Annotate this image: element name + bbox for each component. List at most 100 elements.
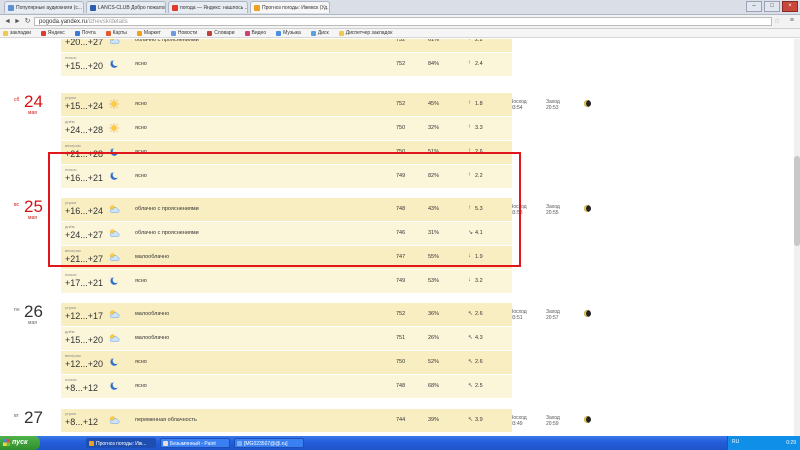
condition-text: ясно bbox=[135, 278, 147, 284]
scrollbar-thumb[interactable] bbox=[794, 156, 800, 246]
bookmarks-bar: закладки Яндекс Почта Карты Маркет Новости Сло… bbox=[0, 29, 800, 38]
bookmark-star-icon[interactable]: ☆ bbox=[774, 17, 780, 25]
time-of-day: вечером bbox=[65, 353, 81, 358]
bookmark-item[interactable]: Диспетчер закладок bbox=[338, 30, 393, 36]
browser-tab[interactable]: LANCS-CLUB Добро пожалова...× bbox=[86, 1, 166, 13]
tab-title: LANCS-CLUB Добро пожалова... bbox=[98, 4, 165, 11]
time-of-day: ночью bbox=[65, 272, 77, 277]
browser-tab[interactable]: погода — Яндекс: нашлось ...× bbox=[168, 1, 248, 13]
condition-text: ясно bbox=[135, 61, 147, 67]
time-of-day: вечером bbox=[65, 143, 81, 148]
forecast-row: утром +12...+17 малооблачно 752 36% ↖ 2.6 bbox=[61, 303, 512, 326]
condition-text: ясно bbox=[135, 101, 147, 107]
bookmark-icon bbox=[310, 30, 316, 36]
sunny-icon bbox=[108, 123, 120, 133]
forecast-row: ночью +8...+12 ясно 748 68% ↖ 2.5 bbox=[61, 375, 512, 398]
humidity-value: 68% bbox=[428, 383, 440, 389]
condition-text: малооблачно bbox=[135, 335, 170, 341]
temperature-range: +20...+27 bbox=[65, 39, 104, 47]
browser-tab[interactable]: Популярные аудиокниги (с...× bbox=[4, 1, 84, 13]
sunset-info: Заход 20:53 bbox=[546, 99, 560, 111]
time-of-day: днём bbox=[65, 119, 75, 124]
back-icon[interactable]: ◄ bbox=[3, 17, 12, 26]
bookmark-label: Почта bbox=[81, 30, 96, 36]
language-indicator[interactable]: RU bbox=[732, 439, 739, 445]
forecast-row: ночью +17...+21 ясно 749 53% ↓ 3.2 bbox=[61, 270, 512, 293]
pressure-value: 752 bbox=[396, 61, 406, 67]
minimize-icon[interactable]: – bbox=[746, 1, 762, 12]
url-path: /izhevsk/details bbox=[87, 19, 128, 25]
temperature-range: +12...+20 bbox=[65, 359, 104, 369]
day-number: 26 bbox=[24, 302, 43, 321]
bookmark-icon bbox=[244, 30, 250, 36]
forecast-row: днём +15...+20 малооблачно 751 26% ↖ 4.3 bbox=[61, 327, 512, 350]
day-weekday: сб bbox=[14, 97, 20, 103]
app-icon bbox=[237, 441, 242, 446]
partly-cloudy-icon bbox=[108, 415, 120, 425]
bookmark-item[interactable]: Карты bbox=[105, 30, 127, 36]
time-of-day: утром bbox=[65, 95, 77, 100]
taskbar-button[interactable]: Прогноз погоды: Иж... bbox=[86, 438, 156, 448]
wind-speed: 2.4 bbox=[475, 61, 483, 67]
url-input[interactable]: pogoda.yandex.ru/izhevsk/details bbox=[34, 17, 772, 26]
bookmark-icon bbox=[40, 30, 46, 36]
bookmark-icon bbox=[3, 30, 8, 36]
day-weekday: вс bbox=[14, 202, 20, 208]
sunrise-time: 03:54 bbox=[510, 105, 523, 111]
start-button[interactable]: пуск bbox=[0, 436, 40, 450]
bookmark-icon bbox=[207, 30, 213, 36]
tab-strip: – □ × Популярные аудиокниги (с...×LANCS-… bbox=[0, 0, 800, 15]
bookmark-item[interactable]: Маркет bbox=[136, 30, 161, 36]
condition-text: ясно bbox=[135, 125, 147, 131]
maximize-icon[interactable]: □ bbox=[764, 1, 780, 12]
bookmark-label: Словари bbox=[214, 30, 235, 36]
bookmark-item[interactable]: Почта bbox=[74, 30, 96, 36]
reload-icon[interactable]: ↻ bbox=[23, 17, 32, 26]
condition-text: облачно с прояснениями bbox=[135, 39, 199, 43]
time-of-day: ночью bbox=[65, 377, 77, 382]
wind-speed: 3.3 bbox=[475, 125, 483, 131]
url-host: pogoda.yandex.ru bbox=[39, 19, 88, 25]
bookmark-item[interactable]: Словари bbox=[207, 30, 235, 36]
app-icon bbox=[163, 441, 168, 446]
humidity-value: 32% bbox=[428, 125, 440, 131]
tab-close-icon[interactable]: × bbox=[82, 5, 83, 11]
day-weekday: пн bbox=[14, 307, 20, 313]
tab-title: погода — Яндекс: нашлось ... bbox=[180, 4, 248, 11]
bookmark-item[interactable]: закладки bbox=[3, 30, 31, 36]
system-tray: RU 0:29 bbox=[727, 436, 800, 450]
temperature-range: +8...+12 bbox=[65, 417, 99, 427]
highlight-box bbox=[48, 152, 521, 267]
bookmark-label: Видео bbox=[251, 30, 267, 36]
bookmark-item[interactable]: Видео bbox=[244, 30, 267, 36]
wrench-icon[interactable]: ≡ bbox=[790, 17, 794, 24]
temperature-range: +12...+17 bbox=[65, 311, 104, 321]
humidity-value: 52% bbox=[428, 359, 440, 365]
partly-cloudy-icon bbox=[108, 309, 120, 319]
bookmark-item[interactable]: Яндекс bbox=[40, 30, 65, 36]
pressure-value: 752 bbox=[396, 101, 406, 107]
tab-title: Популярные аудиокниги (с... bbox=[16, 4, 83, 11]
humidity-value: 61% bbox=[428, 39, 440, 43]
bookmark-label: Диспетчер закладок bbox=[345, 30, 393, 36]
bookmark-label: Диск bbox=[317, 30, 329, 36]
wind-speed: 4.3 bbox=[475, 335, 483, 341]
clear-night-icon bbox=[108, 357, 120, 367]
time-of-day: утром bbox=[65, 305, 77, 310]
bookmark-icon bbox=[74, 30, 80, 36]
sunny-icon bbox=[108, 99, 120, 109]
taskbar-button[interactable]: [MG023507@@.ru] bbox=[234, 438, 304, 448]
forecast-row: вечером +12...+20 ясно 750 52% ↖ 2.6 bbox=[61, 351, 512, 374]
clock: 0:29 bbox=[786, 440, 796, 446]
windows-flag-icon bbox=[3, 439, 10, 446]
favicon-icon bbox=[90, 4, 96, 11]
bookmark-item[interactable]: Диск bbox=[310, 30, 329, 36]
forward-icon[interactable]: ► bbox=[13, 17, 22, 26]
bookmark-item[interactable]: Музыка bbox=[276, 30, 301, 36]
taskbar-button[interactable]: Безымянный - Paint bbox=[160, 438, 230, 448]
pressure-value: 750 bbox=[396, 359, 406, 365]
browser-tab[interactable]: Прогноз погоды: Ижевск (Уд...× bbox=[250, 1, 330, 13]
favicon-icon bbox=[254, 4, 260, 11]
close-icon[interactable]: × bbox=[782, 1, 798, 12]
bookmark-item[interactable]: Новости bbox=[170, 30, 197, 36]
